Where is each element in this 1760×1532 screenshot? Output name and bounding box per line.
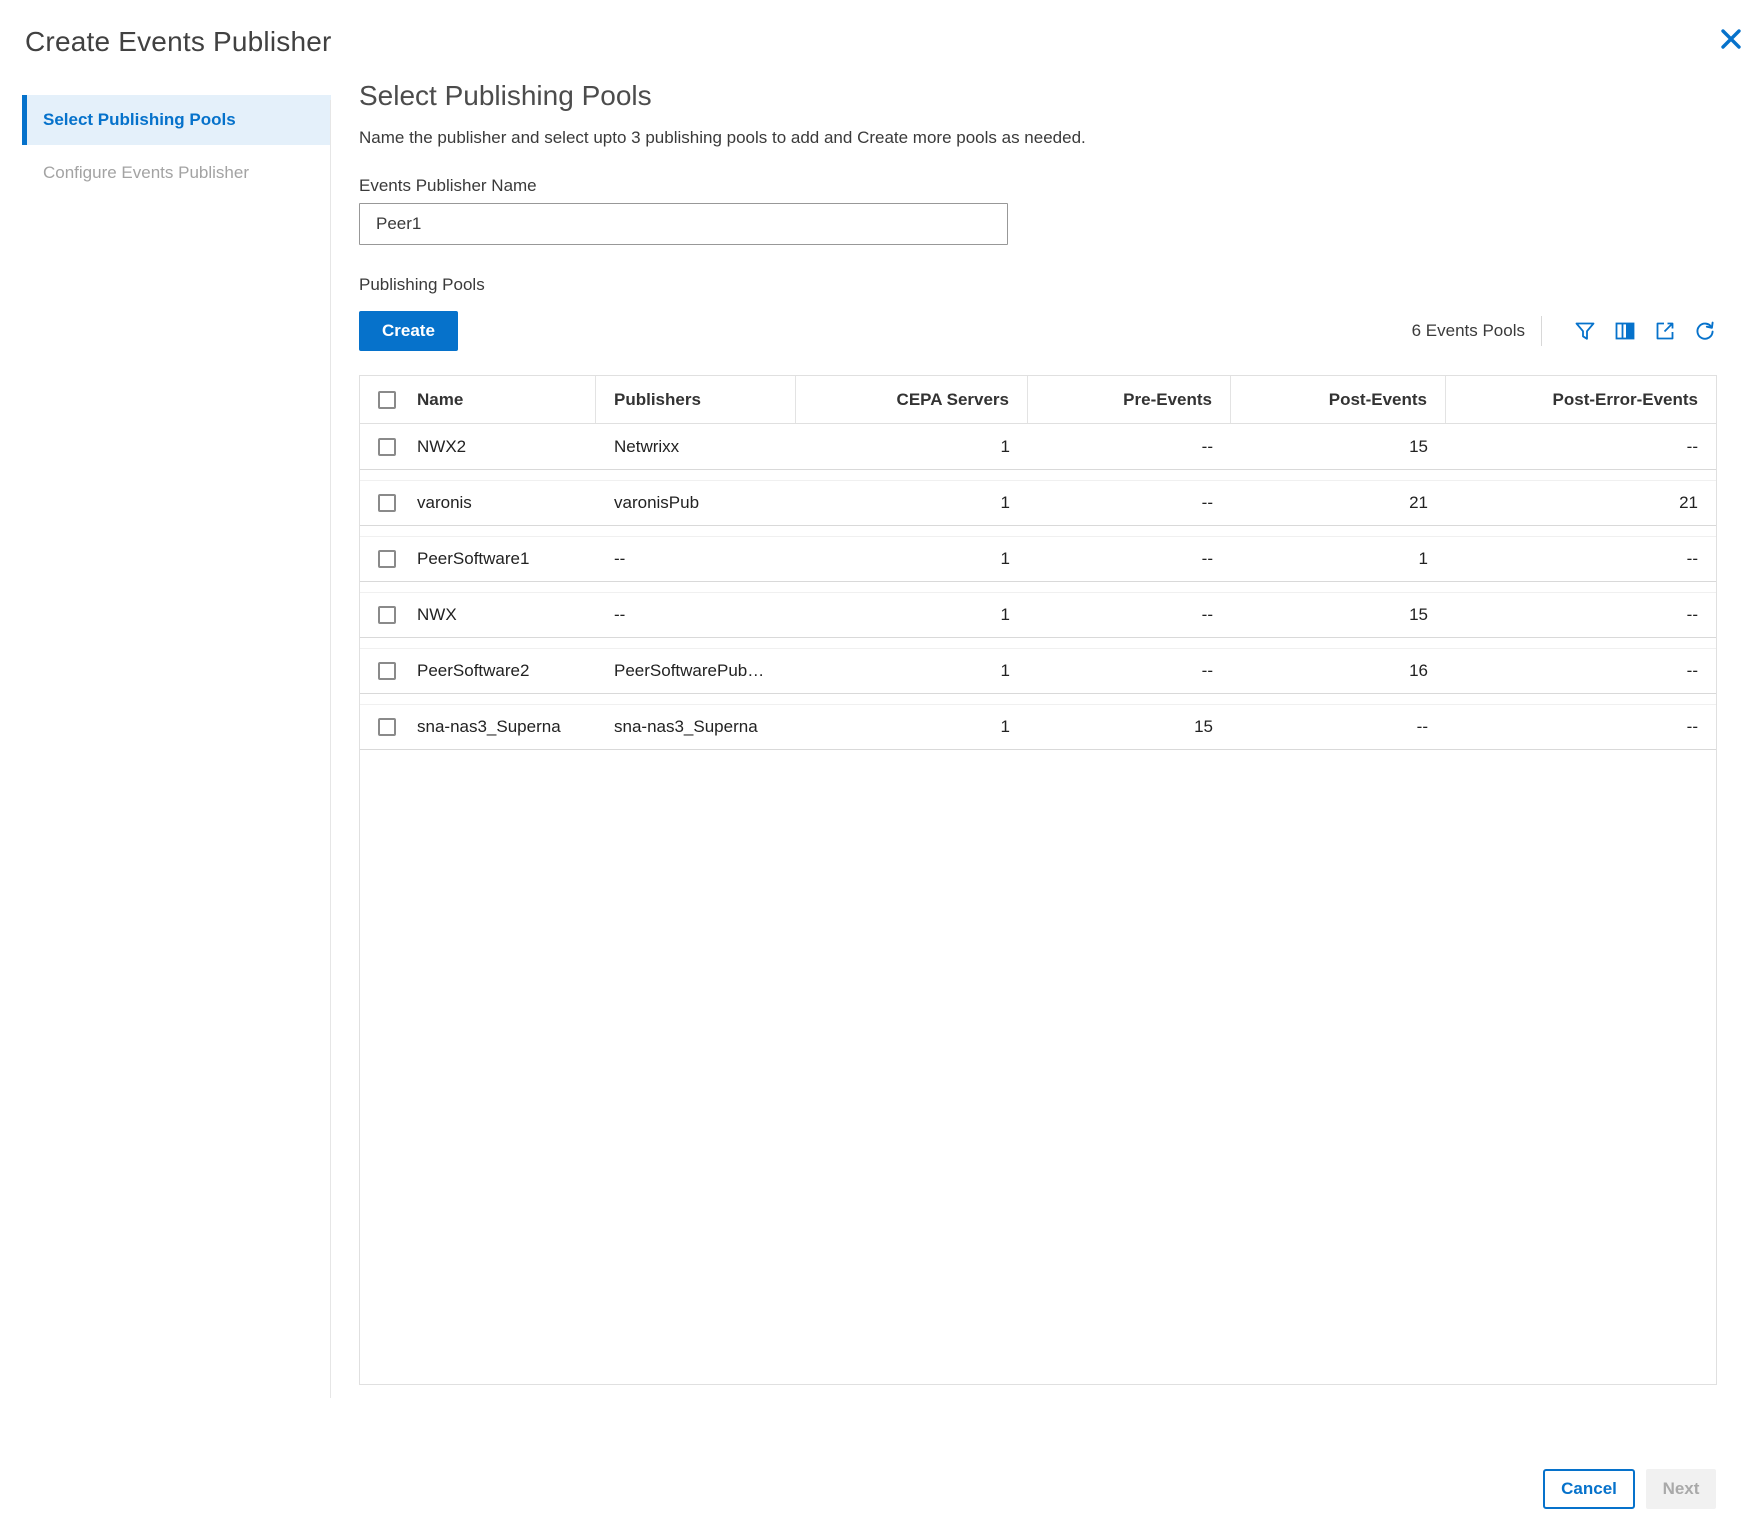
cell-post-events: 16 [1231,661,1446,681]
publishing-pools-table: Name Publishers CEPA Servers Pre-Events … [359,375,1717,1385]
page-title: Create Events Publisher [25,26,332,58]
wizard-steps: Select Publishing Pools Configure Events… [22,95,331,193]
cancel-button[interactable]: Cancel [1543,1469,1635,1509]
cell-name: NWX [417,605,457,625]
row-checkbox[interactable] [378,550,396,568]
pools-toolbar: Create 6 Events Pools [359,311,1717,351]
sidebar-divider [330,100,331,1398]
header-post-events: Post-Events [1231,376,1446,423]
export-icon[interactable] [1653,319,1677,343]
cell-name: PeerSoftware2 [417,661,529,681]
step-label: Select Publishing Pools [43,110,236,129]
cell-post-events: 15 [1231,605,1446,625]
refresh-icon[interactable] [1693,319,1717,343]
cell-name: NWX2 [417,437,466,457]
next-button[interactable]: Next [1646,1469,1716,1509]
table-header: Name Publishers CEPA Servers Pre-Events … [360,375,1716,424]
toolbar-divider [1541,316,1542,346]
cell-cepa-servers: 1 [796,717,1028,737]
cell-publishers: -- [596,605,796,625]
header-pre-events: Pre-Events [1028,376,1231,423]
filter-icon[interactable] [1573,319,1597,343]
row-checkbox[interactable] [378,606,396,624]
header-name: Name [360,376,596,423]
cell-publishers: PeerSoftwarePub… [596,661,796,681]
cell-pre-events: -- [1028,549,1231,569]
cell-name: sna-nas3_Superna [417,717,561,737]
cell-name: PeerSoftware1 [417,549,529,569]
table-row[interactable]: NWX2 Netwrixx 1 -- 15 -- [360,424,1716,470]
cell-pre-events: -- [1028,661,1231,681]
cell-publishers: Netwrixx [596,437,796,457]
cell-cepa-servers: 1 [796,605,1028,625]
cell-cepa-servers: 1 [796,661,1028,681]
toolbar-right: 6 Events Pools [1412,316,1717,346]
table-row[interactable]: NWX -- 1 -- 15 -- [360,592,1716,638]
cell-publishers: -- [596,549,796,569]
row-checkbox[interactable] [378,494,396,512]
publisher-name-label: Events Publisher Name [359,176,1717,196]
cell-post-events: 15 [1231,437,1446,457]
cell-post-events: 21 [1231,493,1446,513]
cell-post-error-events: -- [1446,661,1716,681]
cell-post-error-events: -- [1446,605,1716,625]
header-cepa-servers: CEPA Servers [796,376,1028,423]
table-row[interactable]: sna-nas3_Superna sna-nas3_Superna 1 15 -… [360,704,1716,750]
cell-post-events: 1 [1231,549,1446,569]
table-row[interactable]: PeerSoftware2 PeerSoftwarePub… 1 -- 16 -… [360,648,1716,694]
create-pool-button[interactable]: Create [359,311,458,351]
close-icon[interactable] [1716,24,1746,54]
cell-publishers: varonisPub [596,493,796,513]
cell-pre-events: -- [1028,493,1231,513]
cell-post-error-events: -- [1446,437,1716,457]
step-label: Configure Events Publisher [43,163,249,182]
cell-name: varonis [417,493,472,513]
publisher-name-input[interactable] [359,203,1008,245]
dialog-footer: Cancel Next [1543,1469,1716,1509]
select-all-checkbox[interactable] [378,391,396,409]
step-configure-events-publisher: Configure Events Publisher [22,145,331,193]
cell-publishers: sna-nas3_Superna [596,717,796,737]
cell-cepa-servers: 1 [796,437,1028,457]
cell-cepa-servers: 1 [796,493,1028,513]
step-select-publishing-pools[interactable]: Select Publishing Pools [22,95,331,145]
cell-pre-events: -- [1028,605,1231,625]
cell-pre-events: 15 [1028,717,1231,737]
cell-post-error-events: -- [1446,549,1716,569]
row-checkbox[interactable] [378,662,396,680]
main-panel: Select Publishing Pools Name the publish… [359,80,1717,1385]
content-heading: Select Publishing Pools [359,80,1717,112]
cell-pre-events: -- [1028,437,1231,457]
row-checkbox[interactable] [378,718,396,736]
publishing-pools-label: Publishing Pools [359,275,1717,295]
columns-icon[interactable] [1613,319,1637,343]
table-row[interactable]: varonis varonisPub 1 -- 21 21 [360,480,1716,526]
content-description: Name the publisher and select upto 3 pub… [359,128,1717,148]
header-publishers: Publishers [596,376,796,423]
header-name-label: Name [417,390,463,410]
table-row[interactable]: PeerSoftware1 -- 1 -- 1 -- [360,536,1716,582]
cell-post-error-events: -- [1446,717,1716,737]
pool-count: 6 Events Pools [1412,321,1525,341]
cell-post-error-events: 21 [1446,493,1716,513]
row-checkbox[interactable] [378,438,396,456]
header-post-error-events: Post-Error-Events [1446,376,1716,423]
cell-post-events: -- [1231,717,1446,737]
cell-cepa-servers: 1 [796,549,1028,569]
